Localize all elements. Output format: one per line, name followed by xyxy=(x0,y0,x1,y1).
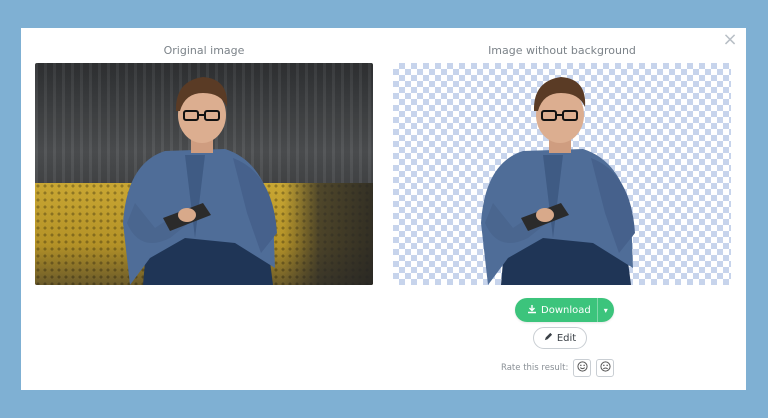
original-image xyxy=(35,63,373,285)
original-image-title: Original image xyxy=(163,44,245,57)
rating-row: Rate this result: xyxy=(501,358,615,378)
frown-icon xyxy=(600,361,611,375)
smile-icon xyxy=(577,361,588,375)
result-image-title: Image without background xyxy=(488,44,636,57)
person-figure-cutout xyxy=(393,63,731,285)
download-label: Download xyxy=(541,304,591,316)
person-figure xyxy=(35,63,373,285)
download-button-group: Download ▾ xyxy=(515,298,614,322)
result-image xyxy=(393,63,731,285)
download-button[interactable]: Download xyxy=(515,298,597,322)
chevron-down-icon: ▾ xyxy=(603,305,608,315)
edit-button[interactable]: Edit xyxy=(533,327,587,349)
rate-label: Rate this result: xyxy=(501,363,569,373)
rate-good-button[interactable] xyxy=(573,359,592,377)
edit-label: Edit xyxy=(556,332,577,344)
download-icon xyxy=(527,304,537,317)
rate-bad-button[interactable] xyxy=(596,359,615,377)
result-modal: × Original image Image without backgroun… xyxy=(21,28,746,390)
pencil-icon xyxy=(544,332,553,344)
download-dropdown-toggle[interactable]: ▾ xyxy=(596,298,614,322)
